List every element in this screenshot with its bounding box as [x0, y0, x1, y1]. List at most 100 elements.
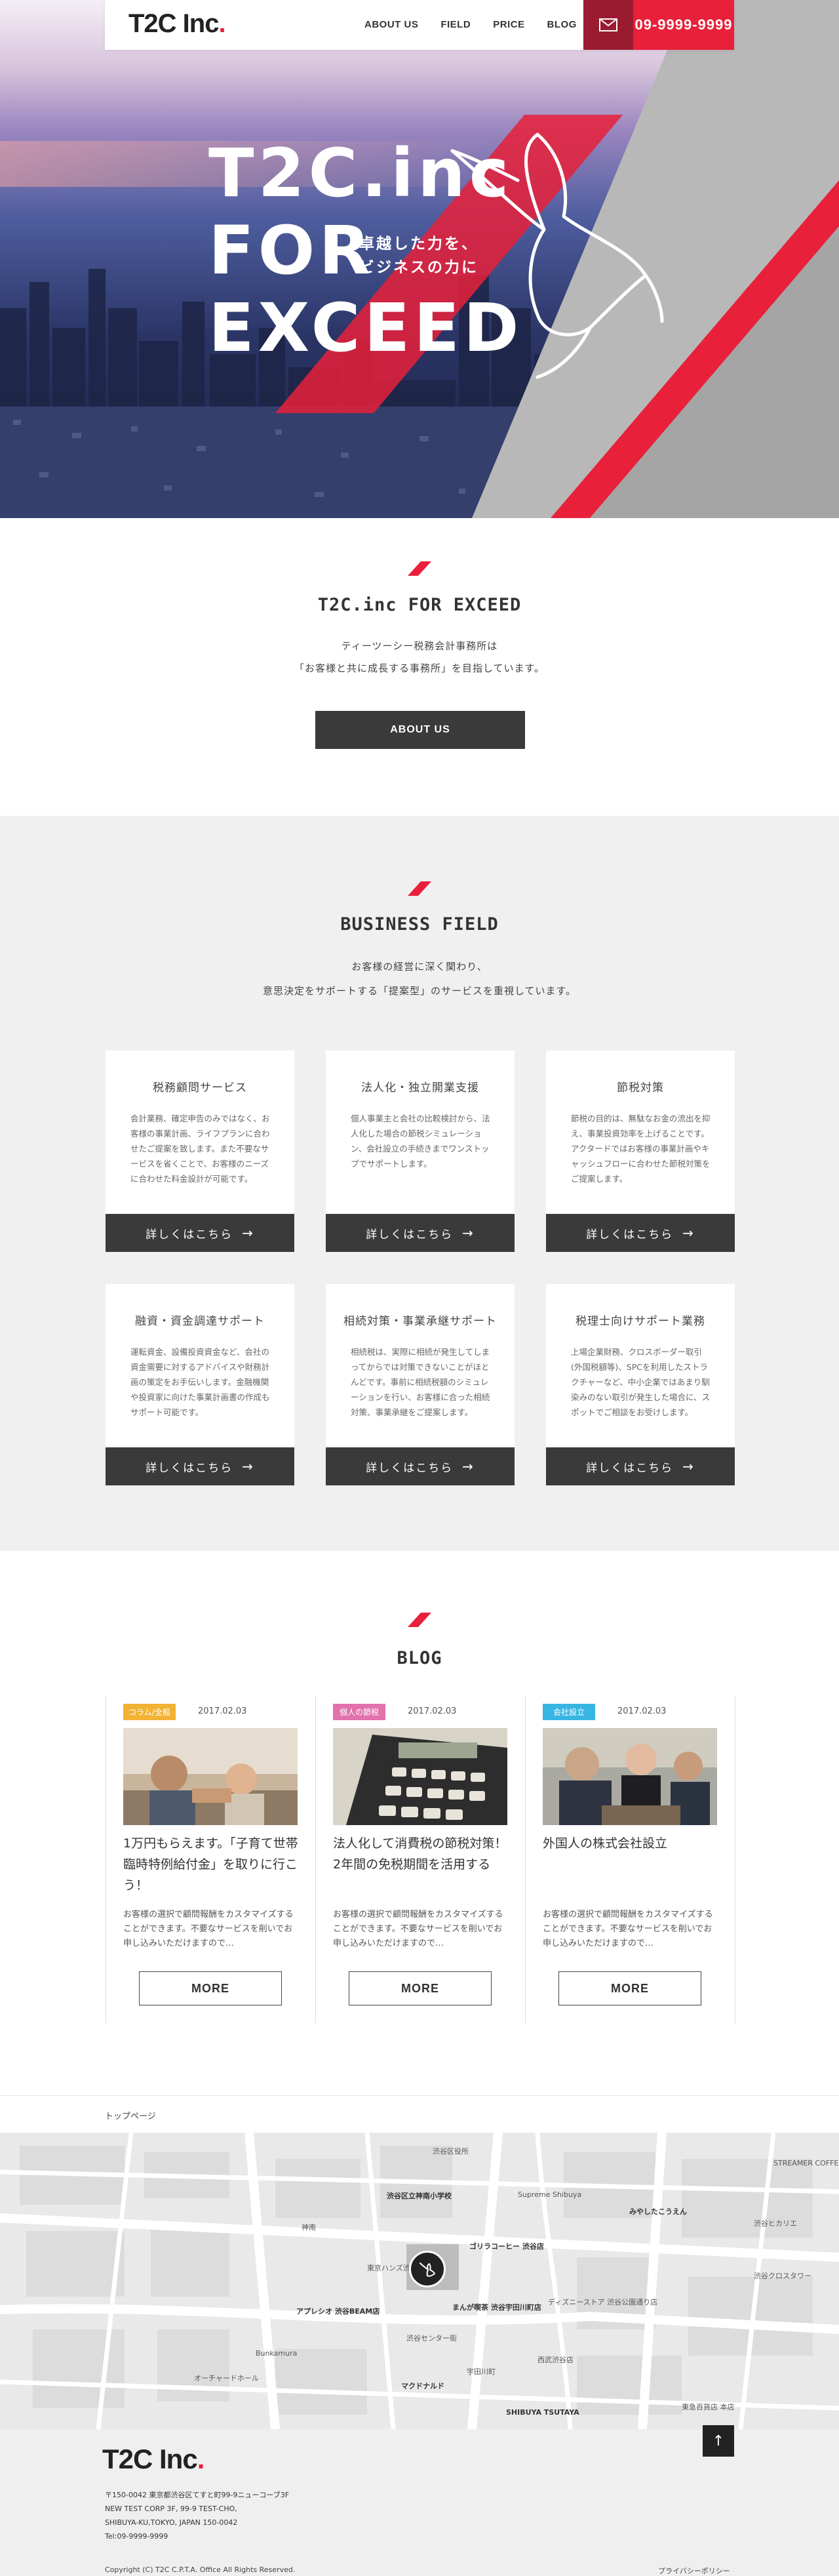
- service-card: 税務顧問サービス 会計業務、確定申告のみではなく、お客様の事業計画、ライフプラン…: [106, 1051, 294, 1252]
- map-label: 渋谷区役所: [433, 2147, 469, 2156]
- card-more-button[interactable]: 詳しくはこちら →: [326, 1447, 515, 1485]
- footer-logo-text: T2C Inc: [102, 2444, 198, 2474]
- map-label: まんが喫茶 渋谷宇田川町店: [452, 2303, 541, 2312]
- blog-card[interactable]: 個人の節税 2017.02.03 法人化して消費税の節税対策！2年間の免税期間を…: [315, 1695, 526, 2023]
- blog-more-button[interactable]: MORE: [139, 1971, 282, 2005]
- slash-mark-icon: [408, 561, 431, 576]
- mail-icon: [599, 18, 617, 31]
- map-label: アプレシオ 渋谷BEAM店: [296, 2307, 380, 2316]
- arrow-right-icon: →: [682, 1459, 695, 1474]
- copyright: Copyright (C) T2C C.P.T.A. Office All Ri…: [105, 2566, 296, 2574]
- tel-number[interactable]: 09-9999-9999: [633, 0, 734, 50]
- business-line-2: 意思決定をサポートする「提案型」のサービスを重視しています。: [262, 985, 577, 997]
- blog-date: 2017.02.03: [617, 1706, 667, 1716]
- card-title: 相続対策・事業承継サポート: [343, 1315, 497, 1328]
- card-more-label: 詳しくはこちら: [366, 1228, 454, 1241]
- address-line: NEW TEST CORP 3F, 99-9 TEST-CHO,: [105, 2505, 237, 2513]
- blog-excerpt: お客様の選択で顧問報酬をカスタマイズすることができます。不要なサービスを削いでお…: [333, 1910, 503, 1948]
- main-nav: ABOUT US FIELD PRICE BLOG: [364, 19, 577, 30]
- card-title: 法人化・独立開業支援: [361, 1081, 479, 1095]
- blog-image-business-people[interactable]: [543, 1728, 717, 1825]
- hero-sub-line-2: ビジネスの力に: [359, 259, 478, 276]
- map-label: 宇田川町: [467, 2367, 496, 2376]
- site-logo[interactable]: T2C Inc.: [128, 9, 226, 39]
- card-more-label: 詳しくはこちら: [146, 1228, 233, 1241]
- map-label: オーチャードホール: [194, 2374, 259, 2383]
- blog-image-calculator[interactable]: [333, 1728, 507, 1825]
- card-more-label: 詳しくはこちら: [586, 1228, 674, 1241]
- map-label: 東急百貨店 本店: [682, 2403, 735, 2411]
- privacy-policy-link[interactable]: プライバシーポリシー: [658, 2566, 730, 2576]
- breadcrumb-bar: トップページ: [0, 2095, 839, 2133]
- map-label: みやしたこうえん: [629, 2207, 687, 2216]
- card-more-button[interactable]: 詳しくはこちら →: [546, 1447, 735, 1485]
- blog-section: BLOG コラム/全般 2017.02.03 1万円もらえます。「子育て世帯臨時…: [0, 1551, 839, 2095]
- footer-logo-dot: .: [197, 2444, 205, 2474]
- blog-tag[interactable]: 会社設立: [543, 1704, 595, 1720]
- blog-tag[interactable]: 個人の節税: [333, 1704, 385, 1720]
- hero-subtitle: 卓越した力を、 ビジネスの力に: [359, 232, 478, 279]
- blog-post-title[interactable]: 法人化して消費税の節税対策！2年間の免税期間を活用する: [333, 1833, 510, 1875]
- blog-excerpt: お客様の選択で顧問報酬をカスタマイズすることができます。不要なサービスを削いでお…: [543, 1910, 713, 1948]
- arrow-right-icon: →: [242, 1225, 254, 1241]
- card-more-label: 詳しくはこちら: [586, 1461, 674, 1475]
- blog-card[interactable]: 会社設立 2017.02.03 外国人の株式会社設立 お客様の選択で顧問報酬をカ…: [525, 1695, 735, 2023]
- card-title: 税務顧問サービス: [153, 1081, 247, 1095]
- hero-sub-line-1: 卓越した力を、: [359, 235, 478, 252]
- header-contact: 09-9999-9999: [583, 0, 734, 50]
- card-body: 相続税は、実際に相続が発生してしまってからでは対策できないことがほとんどです。事…: [351, 1347, 490, 1417]
- blog-more-button[interactable]: MORE: [349, 1971, 492, 2005]
- back-to-top-button[interactable]: ↑: [703, 2425, 734, 2457]
- map-label: SHIBUYA TSUTAYA: [506, 2408, 579, 2417]
- about-line-2: 「お客様と共に成長する事務所」を目指しています。: [294, 662, 545, 674]
- nav-blog[interactable]: BLOG: [547, 19, 577, 30]
- map-marker[interactable]: [409, 2251, 446, 2287]
- logo-text: T2C Inc: [128, 9, 219, 38]
- map-label: Bunkamura: [256, 2349, 298, 2358]
- about-line-1: ティーツーシー税務会計事務所は: [341, 640, 498, 652]
- blog-post-title[interactable]: 外国人の株式会社設立: [543, 1833, 720, 1854]
- hero-title-line-1: T2C.inc: [208, 134, 513, 212]
- about-us-button[interactable]: ABOUT US: [315, 711, 525, 749]
- blog-date: 2017.02.03: [408, 1706, 457, 1716]
- site-header: T2C Inc. ABOUT US FIELD PRICE BLOG 09-99…: [0, 0, 839, 50]
- card-more-button[interactable]: 詳しくはこちら →: [106, 1214, 294, 1252]
- map-label: ゴリラコーヒー 渋谷店: [469, 2242, 544, 2251]
- service-card: 融資・資金調達サポート 運転資金、設備投資資金など、会社の資金需要に対するアドバ…: [106, 1284, 294, 1485]
- nav-about-us[interactable]: ABOUT US: [364, 19, 418, 30]
- blog-post-title[interactable]: 1万円もらえます。「子育て世帯臨時特例給付金」を取りに行こう！: [123, 1833, 300, 1896]
- map-label: 渋谷ヒカリエ: [754, 2219, 797, 2228]
- card-body: 上場企業財務、クロスボーダー取引(外国税額等)、SPCを利用したストラクチャーな…: [571, 1347, 711, 1417]
- card-more-button[interactable]: 詳しくはこちら →: [326, 1214, 515, 1252]
- arrow-up-icon: ↑: [712, 2432, 725, 2449]
- blog-date: 2017.02.03: [198, 1706, 247, 1716]
- mail-button[interactable]: [583, 0, 633, 50]
- nav-price[interactable]: PRICE: [493, 19, 524, 30]
- card-more-button[interactable]: 詳しくはこちら →: [546, 1214, 735, 1252]
- map-label: マクドナルド: [401, 2382, 444, 2390]
- address-line: 〒150-0042 東京都渋谷区てすと町99-9ニューコーブ3F: [105, 2491, 290, 2499]
- blog-tag[interactable]: コラム/全般: [123, 1704, 176, 1720]
- blog-card[interactable]: コラム/全般 2017.02.03 1万円もらえます。「子育て世帯臨時特例給付金…: [106, 1695, 316, 2023]
- breadcrumb[interactable]: トップページ: [105, 2109, 156, 2122]
- blog-more-button[interactable]: MORE: [558, 1971, 701, 2005]
- map-label: 神南: [302, 2223, 316, 2232]
- arrow-right-icon: →: [682, 1225, 695, 1241]
- map-label: 西武渋谷店: [537, 2356, 574, 2364]
- card-more-button[interactable]: 詳しくはこちら →: [106, 1447, 294, 1485]
- map-label: ディズニーストア 渋谷公園通り店: [548, 2298, 658, 2306]
- footer-logo[interactable]: T2C Inc.: [102, 2444, 205, 2475]
- access-map[interactable]: 渋谷区立神南小学校 Supreme Shibuya 東京ハンズ渋谷店 アプレシオ…: [0, 2133, 839, 2429]
- blog-title: BLOG: [397, 1648, 442, 1668]
- nav-field[interactable]: FIELD: [440, 19, 471, 30]
- address-tel: Tel:09-9999-9999: [105, 2532, 168, 2541]
- card-body: 個人事業主と会社の比較検討から、法人化した場合の節税シミュレーション、会社設立の…: [351, 1114, 490, 1169]
- hero-section: T2C.inc FOR EXCEED 卓越した力を、 ビジネスの力に: [0, 0, 839, 518]
- site-footer: ↑ T2C Inc. 〒150-0042 東京都渋谷区てすと町99-9ニューコー…: [0, 2425, 839, 2576]
- blog-image-father-child[interactable]: [123, 1728, 298, 1825]
- logo-dot: .: [218, 9, 225, 38]
- card-body: 会計業務、確定申告のみではなく、お客様の事業計画、ライフプランに合わせたご提案を…: [130, 1114, 270, 1184]
- about-title: T2C.inc FOR EXCEED: [317, 595, 522, 615]
- map-label: STREAMER COFFEE COMPANY: [773, 2159, 839, 2167]
- service-card: 法人化・独立開業支援 個人事業主と会社の比較検討から、法人化した場合の節税シミュ…: [326, 1051, 515, 1252]
